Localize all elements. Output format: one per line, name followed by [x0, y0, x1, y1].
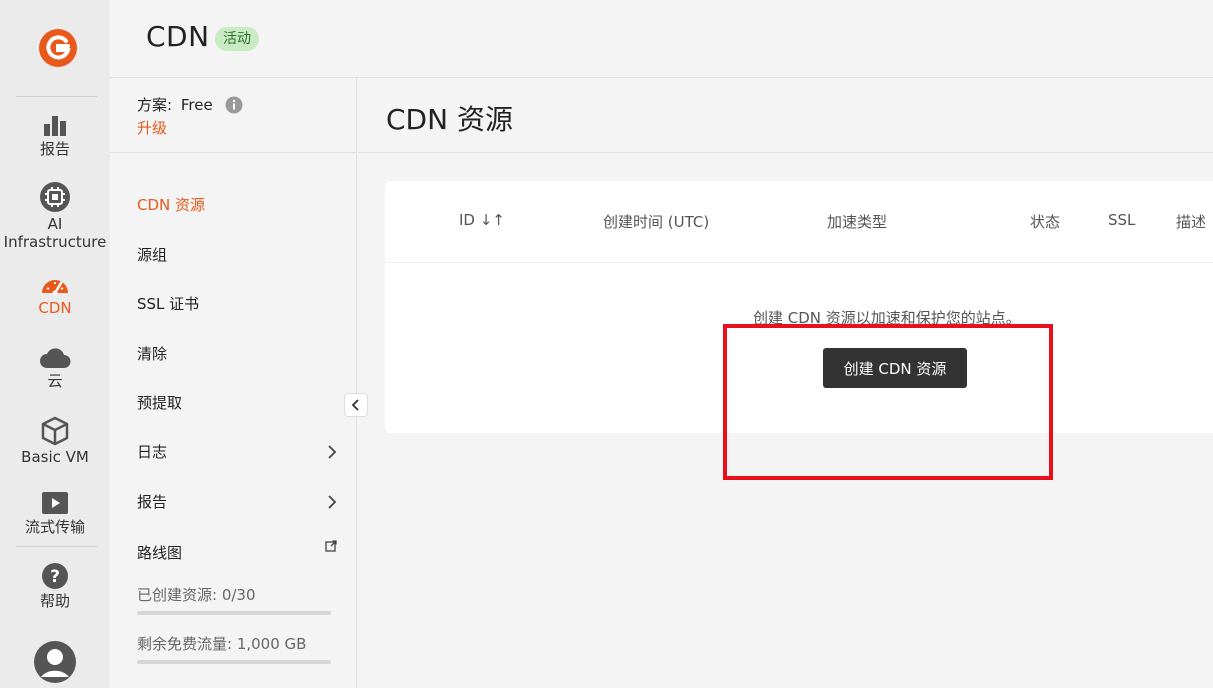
main-nav-rail: 报告 AI Infrastructure CDN 云 Basic VM 流式传输…	[0, 0, 110, 688]
sidebar-item-label: 源组	[137, 246, 168, 264]
plan-value: Free	[180, 96, 213, 114]
column-header-created-time: 创建时间 (UTC)	[603, 213, 710, 231]
sidebar-item-label: 清除	[137, 345, 168, 363]
sidebar-item-label: SSL 证书	[137, 295, 200, 313]
plan-info: 方案: Free	[137, 94, 213, 115]
chevron-right-icon	[328, 495, 337, 509]
external-link-icon	[325, 540, 337, 552]
traffic-usage-label: 剩余免费流量: 1,000 GB	[137, 635, 307, 653]
rail-item-cloud[interactable]: 云	[0, 346, 110, 390]
rail-item-label: 报告	[39, 140, 70, 158]
rail-item-label: AI Infrastructure	[3, 215, 107, 251]
sidebar-item-roadmap[interactable]: 路线图	[137, 540, 337, 564]
chip-icon	[40, 182, 70, 212]
chevron-left-icon	[351, 399, 359, 411]
title-divider	[358, 152, 1213, 153]
rail-item-help[interactable]: ? 帮助	[0, 562, 110, 610]
sidebar-item-ssl-certificates[interactable]: SSL 证书	[137, 293, 337, 315]
highlight-box	[723, 324, 1053, 480]
sidebar-divider	[110, 152, 356, 153]
plan-label: 方案:	[137, 96, 173, 114]
rail-item-label: Basic VM	[21, 448, 89, 466]
rail-item-label: 云	[47, 372, 63, 390]
column-header-acceleration-type: 加速类型	[827, 213, 888, 231]
upgrade-link[interactable]: 升级	[137, 117, 167, 138]
bar-chart-icon	[44, 116, 66, 136]
page-header: CDN 活动	[110, 0, 1213, 78]
cdn-sidebar: 方案: Free 升级 CDN 资源 源组 SSL 证书 清除 预提取 日志 报…	[110, 78, 357, 688]
sidebar-item-label: 日志	[137, 443, 168, 461]
sidebar-item-prefetch[interactable]: 预提取	[137, 392, 337, 414]
cloud-icon	[40, 348, 71, 368]
user-avatar-icon	[34, 641, 76, 683]
status-badge: 活动	[215, 27, 259, 51]
rail-item-label: 流式传输	[24, 518, 85, 536]
rail-item-basic-vm[interactable]: Basic VM	[0, 416, 110, 466]
sidebar-item-label: CDN 资源	[137, 196, 206, 214]
speedometer-icon	[42, 280, 68, 296]
gcore-logo-icon[interactable]	[38, 28, 78, 68]
page-title: CDN 资源	[386, 103, 513, 136]
user-avatar[interactable]	[0, 640, 110, 686]
play-icon	[42, 492, 68, 514]
rail-item-reports[interactable]: 报告	[0, 112, 110, 158]
help-icon: ?	[42, 563, 68, 589]
info-icon[interactable]	[225, 96, 243, 114]
svg-text:?: ?	[50, 567, 60, 587]
rail-item-streaming[interactable]: 流式传输	[0, 490, 110, 536]
sidebar-item-cdn-resources[interactable]: CDN 资源	[137, 194, 337, 216]
resources-usage-label: 已创建资源: 0/30	[137, 586, 256, 604]
rail-item-ai-infrastructure[interactable]: AI Infrastructure	[0, 181, 110, 251]
traffic-usage-bar	[137, 660, 331, 664]
collapse-sidebar-button[interactable]	[344, 393, 368, 417]
column-header-description: 描述	[1176, 213, 1207, 231]
sidebar-item-origin-groups[interactable]: 源组	[137, 244, 337, 266]
cube-icon	[41, 416, 69, 446]
resources-usage-bar	[137, 611, 331, 615]
sidebar-item-purge[interactable]: 清除	[137, 343, 337, 365]
rail-item-label: 帮助	[39, 592, 70, 610]
rail-item-label: CDN	[38, 299, 72, 317]
column-header-ssl: SSL	[1108, 211, 1136, 229]
rail-divider	[16, 96, 97, 97]
chevron-right-icon	[328, 445, 337, 459]
sidebar-item-logs[interactable]: 日志	[137, 441, 337, 463]
table-header-divider	[385, 262, 1213, 263]
column-header-status: 状态	[1030, 213, 1061, 231]
sidebar-item-reports[interactable]: 报告	[137, 491, 337, 513]
rail-item-cdn[interactable]: CDN	[0, 273, 110, 317]
product-title: CDN	[146, 20, 210, 53]
rail-divider	[16, 546, 97, 547]
sidebar-item-label: 报告	[137, 493, 168, 511]
sidebar-item-label: 路线图	[137, 544, 183, 562]
sidebar-item-label: 预提取	[137, 394, 183, 412]
app-window: 报告 AI Infrastructure CDN 云 Basic VM 流式传输…	[0, 0, 1213, 688]
column-header-id[interactable]: ID ↓↑	[459, 211, 505, 229]
